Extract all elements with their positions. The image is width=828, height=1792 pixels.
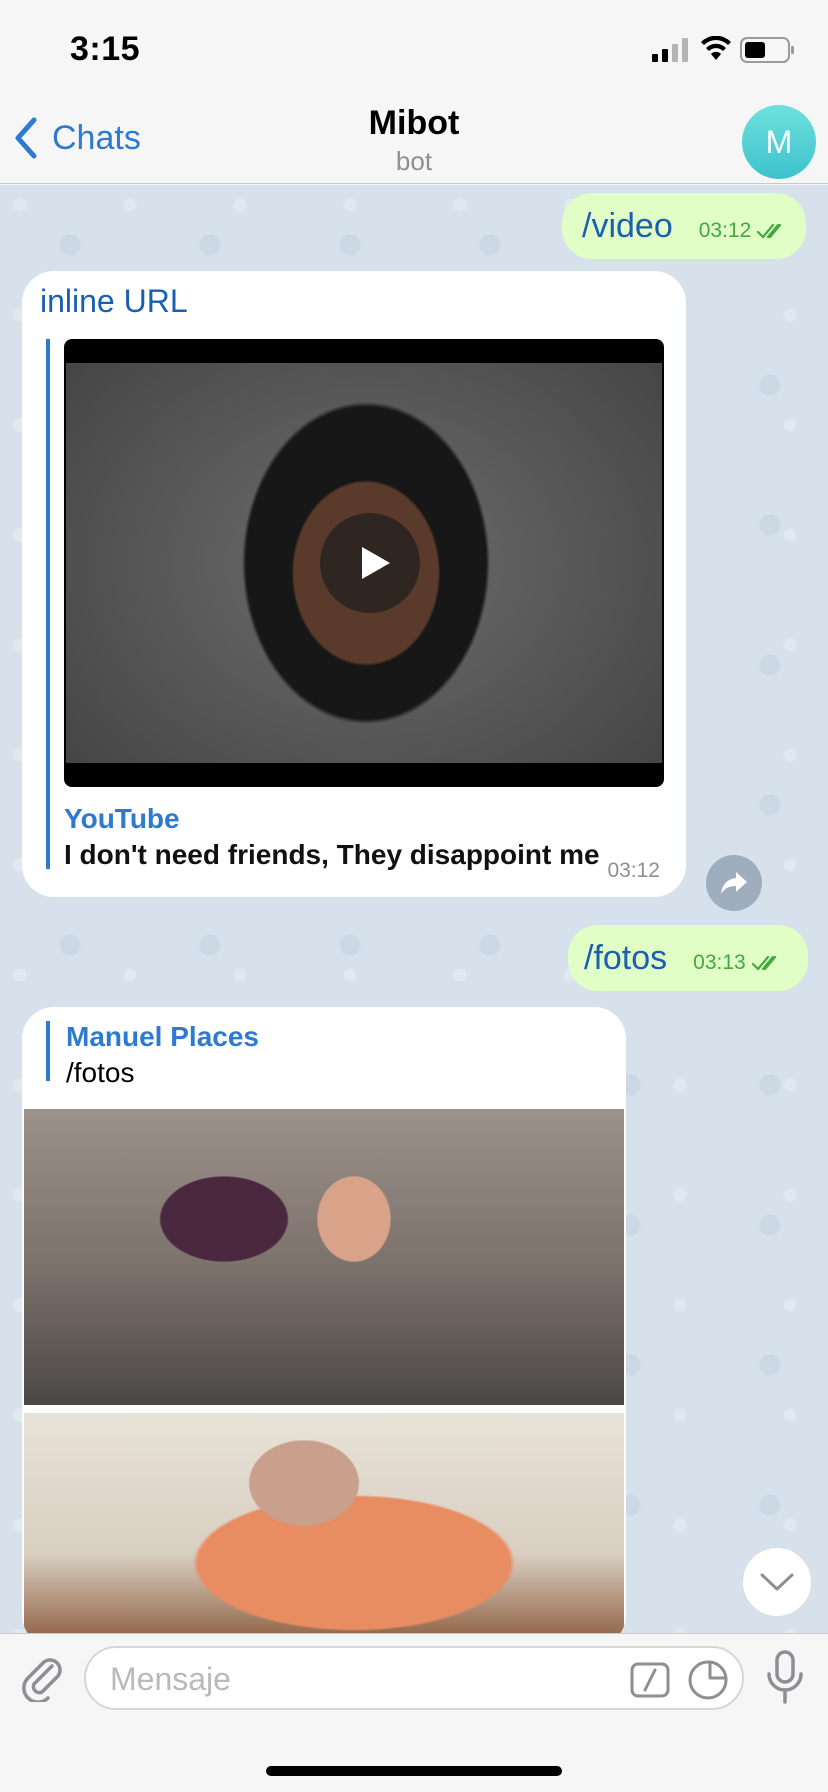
double-check-icon [751,955,776,971]
avatar[interactable]: M [742,105,816,179]
message-meta: 03:13 [693,951,782,975]
message-field[interactable] [84,1646,744,1710]
slash-command-icon[interactable] [630,1662,670,1698]
message-meta: 03:12 [699,219,788,243]
double-check-icon [757,223,782,239]
message-text: /video [582,207,673,245]
incoming-message[interactable]: Manuel Places /fotos [22,1007,626,1633]
message-time: 03:12 [607,859,660,882]
chat-subtitle: bot [395,146,433,176]
chat-title: Mibot [368,104,460,142]
reply-accent [46,1021,50,1081]
play-button[interactable] [320,513,420,613]
message-text: /fotos [584,939,668,977]
paperclip-icon[interactable] [22,1656,64,1702]
link-preview-title[interactable]: I don't need friends, They disappoint me [64,839,600,871]
wifi-icon [701,36,731,60]
status-bar: 3:15 [0,0,828,90]
signal-icon [652,38,688,62]
nav-bar: Chats Mibot bot M [0,90,828,184]
reply-sender[interactable]: Manuel Places [66,1021,259,1053]
scroll-down-button[interactable] [742,1547,812,1617]
photo[interactable] [24,1109,624,1405]
outgoing-message[interactable]: /fotos 03:13 [568,925,808,991]
battery-icon [740,37,794,63]
outgoing-message[interactable]: /video 03:12 [562,193,806,259]
photo[interactable] [24,1413,624,1633]
video-thumbnail[interactable] [64,339,664,787]
link-preview-accent [46,339,50,869]
share-button[interactable] [706,855,762,911]
reply-text[interactable]: /fotos [66,1057,134,1089]
message-time: 03:12 [698,219,752,242]
microphone-icon[interactable] [764,1650,806,1704]
message-input[interactable] [110,1658,610,1700]
sticker-icon[interactable] [688,1660,728,1700]
message-time: 03:13 [693,951,746,974]
chevron-down-icon [760,1573,794,1591]
incoming-message[interactable]: inline URL YouTube I don't need friends,… [22,271,686,897]
link-preview-site[interactable]: YouTube [64,803,180,835]
message-text: inline URL [40,283,188,319]
share-icon [721,872,747,894]
status-time: 3:15 [70,30,141,68]
chat-area[interactable]: /video 03:12 inline URL YouTube I don't … [0,185,828,1633]
input-bar [0,1633,828,1792]
home-indicator [266,1766,562,1776]
play-icon [362,547,390,579]
